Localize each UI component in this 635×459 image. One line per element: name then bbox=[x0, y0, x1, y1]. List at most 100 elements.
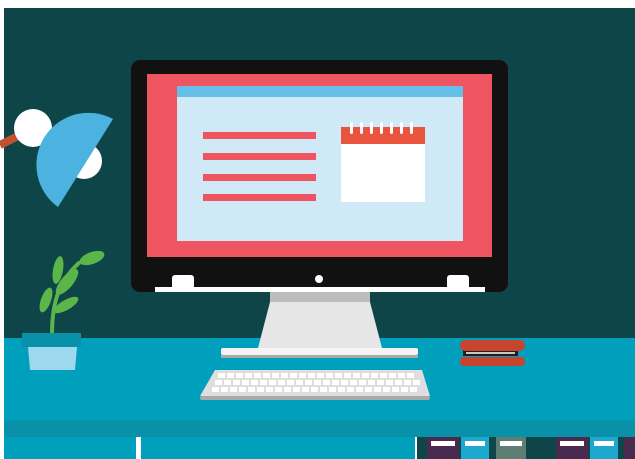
keyboard-key bbox=[344, 373, 351, 378]
keyboard-key bbox=[338, 387, 345, 392]
keyboard-key bbox=[263, 373, 270, 378]
keyboard-key bbox=[413, 380, 420, 385]
keyboard-key bbox=[308, 373, 315, 378]
keyboard-key bbox=[299, 373, 306, 378]
binders-icon bbox=[417, 437, 635, 459]
keyboard-key bbox=[401, 387, 408, 392]
stapler-icon bbox=[460, 340, 525, 366]
keyboard-key bbox=[407, 373, 414, 378]
keyboard-key bbox=[236, 373, 243, 378]
stand-base bbox=[221, 348, 418, 355]
keyboard-key bbox=[221, 387, 228, 392]
keyboard-key bbox=[302, 387, 309, 392]
binder-label bbox=[560, 441, 584, 446]
monitor-bottom-edge bbox=[155, 287, 485, 292]
keyboard-key bbox=[356, 387, 363, 392]
binder-label bbox=[594, 441, 614, 446]
keyboard-key bbox=[260, 380, 267, 385]
keyboard-key bbox=[377, 380, 384, 385]
text-line bbox=[203, 132, 316, 139]
calendar-body bbox=[341, 143, 425, 202]
text-line bbox=[203, 194, 316, 201]
office-desk-illustration bbox=[0, 8, 635, 459]
keyboard-key bbox=[224, 380, 231, 385]
keyboard-key bbox=[398, 373, 405, 378]
keyboard-key bbox=[251, 380, 258, 385]
keyboard-key bbox=[218, 373, 225, 378]
calendar-ring bbox=[380, 122, 383, 134]
keyboard-key bbox=[233, 380, 240, 385]
keyboard-key bbox=[296, 380, 303, 385]
keyboard-key bbox=[290, 373, 297, 378]
binder bbox=[556, 437, 588, 459]
keyboard-key bbox=[248, 387, 255, 392]
keyboard-key bbox=[275, 387, 282, 392]
keyboard-key bbox=[392, 387, 399, 392]
power-button bbox=[315, 275, 323, 283]
keyboard-key bbox=[284, 387, 291, 392]
monitor-foot-right bbox=[447, 275, 469, 289]
keyboard-shadow bbox=[200, 396, 430, 400]
pot-body bbox=[28, 347, 77, 370]
keyboard-key bbox=[278, 380, 285, 385]
keyboard-key bbox=[314, 380, 321, 385]
keyboard-key bbox=[353, 373, 360, 378]
stand-body bbox=[258, 302, 382, 348]
keyboard-key bbox=[362, 373, 369, 378]
keyboard-key bbox=[239, 387, 246, 392]
keyboard-key bbox=[227, 373, 234, 378]
keyboard-key bbox=[386, 380, 393, 385]
monitor-foot-left bbox=[172, 275, 194, 289]
binder-label bbox=[431, 441, 455, 446]
stapler-top bbox=[460, 340, 525, 351]
keyboard-key bbox=[350, 380, 357, 385]
keyboard-key bbox=[257, 387, 264, 392]
keyboard-key bbox=[287, 380, 294, 385]
stand-base-shadow bbox=[221, 355, 418, 358]
keyboard-key bbox=[389, 373, 396, 378]
app-window-titlebar bbox=[177, 86, 463, 97]
keyboard-key bbox=[383, 387, 390, 392]
keyboard-key bbox=[317, 373, 324, 378]
keyboard-key bbox=[332, 380, 339, 385]
keyboard-key bbox=[368, 380, 375, 385]
calendar-ring bbox=[410, 122, 413, 134]
keyboard-key bbox=[254, 373, 261, 378]
calendar-ring bbox=[350, 122, 353, 134]
keyboard-key bbox=[335, 373, 342, 378]
keyboard-key bbox=[215, 380, 222, 385]
keyboard-key bbox=[380, 373, 387, 378]
keyboard-key bbox=[326, 373, 333, 378]
binder bbox=[427, 437, 459, 459]
keyboard-key bbox=[341, 380, 348, 385]
keyboard-key bbox=[374, 387, 381, 392]
calendar-ring bbox=[370, 122, 373, 134]
keyboard-key bbox=[281, 373, 288, 378]
binder bbox=[590, 437, 618, 459]
keyboard-key bbox=[404, 380, 411, 385]
text-line bbox=[203, 153, 316, 160]
plant-pot bbox=[22, 333, 81, 370]
keyboard-key bbox=[410, 387, 417, 392]
binder bbox=[461, 437, 489, 459]
keyboard-key bbox=[371, 373, 378, 378]
keyboard-key bbox=[293, 387, 300, 392]
calendar-ring bbox=[400, 122, 403, 134]
calendar-ring bbox=[390, 122, 393, 134]
keyboard-key bbox=[395, 380, 402, 385]
keyboard-key bbox=[305, 380, 312, 385]
keyboard-key bbox=[212, 387, 219, 392]
keyboard-key bbox=[365, 387, 372, 392]
drawer-middle bbox=[141, 437, 415, 459]
keyboard-key bbox=[272, 373, 279, 378]
calendar-ring bbox=[360, 122, 363, 134]
keyboard-key bbox=[266, 387, 273, 392]
binder bbox=[624, 437, 635, 459]
calendar-icon bbox=[341, 122, 425, 202]
keyboard-key bbox=[269, 380, 276, 385]
keyboard-key bbox=[230, 387, 237, 392]
keyboard-key bbox=[320, 387, 327, 392]
stand-neck bbox=[270, 292, 370, 302]
keyboard-key bbox=[359, 380, 366, 385]
monitor-icon bbox=[131, 60, 508, 292]
